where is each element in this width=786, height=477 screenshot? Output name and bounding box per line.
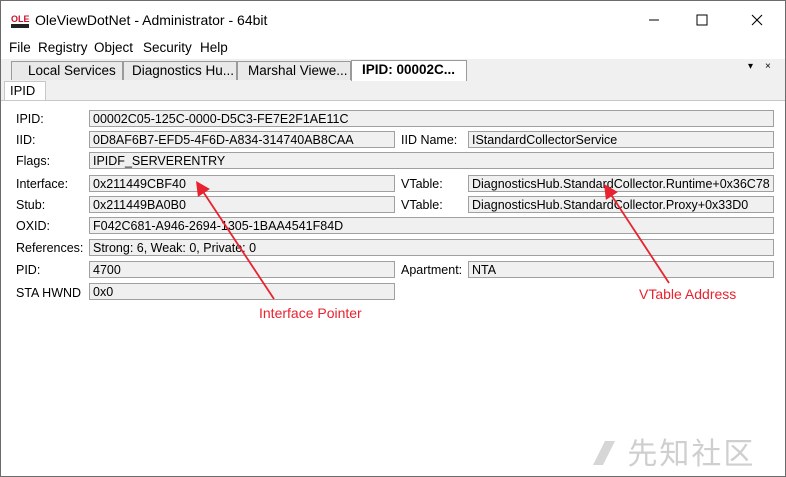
watermark-logo-icon [593, 441, 615, 465]
watermark: 先知社区 [591, 429, 755, 473]
watermark-text: 先知社区 [627, 438, 756, 471]
interface-pointer-annotation: Interface Pointer [259, 305, 362, 321]
app-window: OLE OleViewDotNet - Administrator - 64bi… [0, 0, 786, 477]
annotation-arrows [196, 180, 670, 300]
interface-pointer-arrow [196, 180, 275, 300]
vtable-address-arrow [604, 183, 670, 284]
vtable-address-annotation: VTable Address [639, 286, 737, 302]
